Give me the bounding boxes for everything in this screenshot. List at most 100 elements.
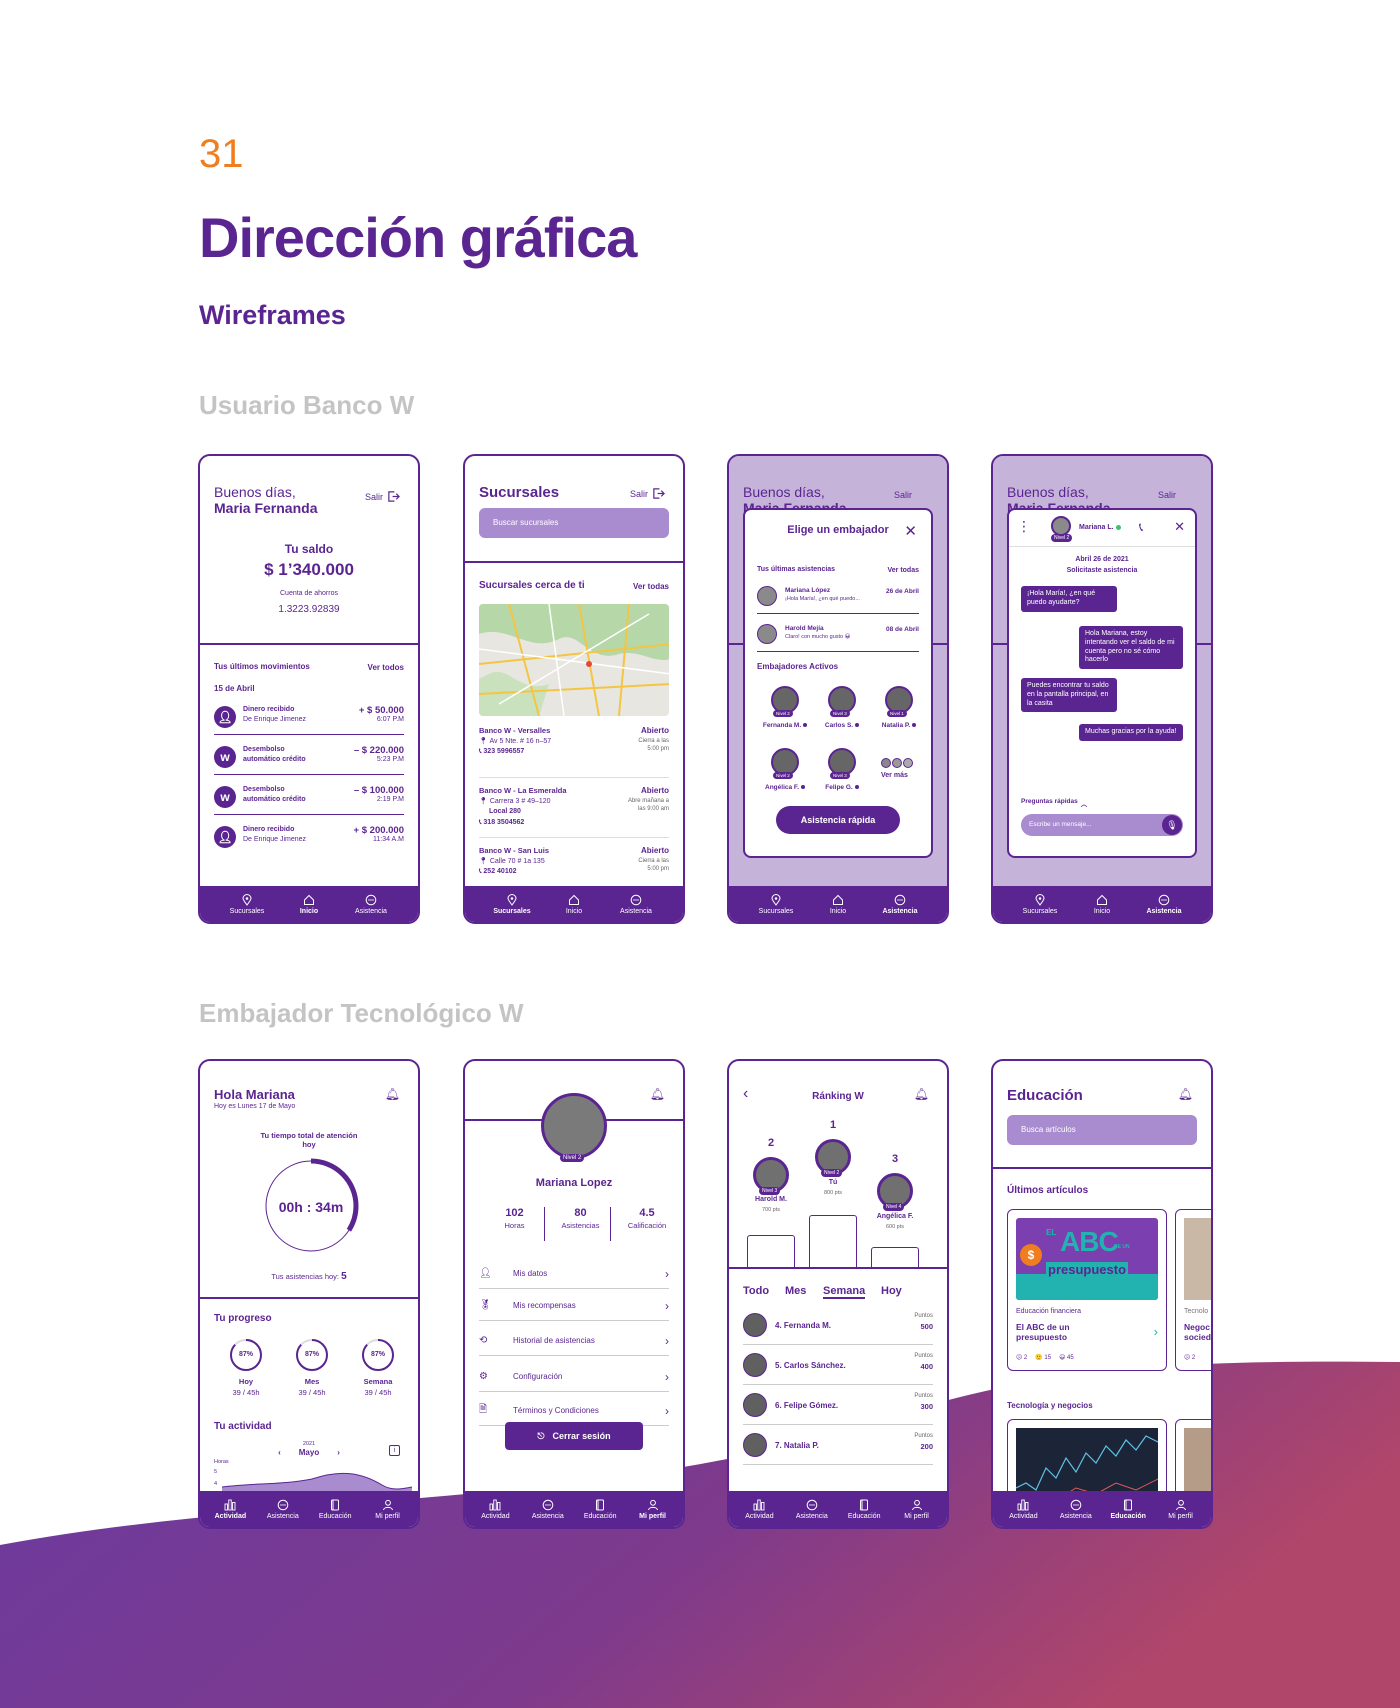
menu-item-historial-de-asistencias[interactable]: ⟲ Historial de asistencias › <box>479 1326 669 1356</box>
nav-item-asistencia[interactable]: Asistencia <box>614 894 658 915</box>
article-search-input[interactable]: Busca artículos <box>1007 1115 1197 1145</box>
nav-item-inicio[interactable]: Inicio <box>552 894 596 915</box>
tab-mes[interactable]: Mes <box>785 1285 806 1297</box>
message-input[interactable]: Escribe un mensaje... <box>1021 814 1183 836</box>
chevron-left-icon[interactable]: ‹ <box>278 1448 281 1457</box>
branch-item[interactable]: Banco W - Versalles Abierto 📍︎ Av 5 Nte. #… <box>479 726 669 778</box>
nav-item-inicio[interactable]: Inicio <box>816 894 860 915</box>
microphone-icon[interactable]: 🎙︎ <box>1162 815 1182 835</box>
nav-item-asistencia[interactable]: Asistencia <box>349 894 393 915</box>
stat-value: 4.5 <box>639 1207 655 1219</box>
ranking-row[interactable]: 7. Natalia P. Puntos 200 <box>743 1427 933 1465</box>
nav-item-educación[interactable]: Educación <box>578 1499 622 1520</box>
reaction-happy[interactable]: 😃 45 <box>1059 1354 1074 1361</box>
branches-map[interactable] <box>479 604 669 716</box>
chat-date: Abril 26 de 2021 <box>1075 556 1129 563</box>
menu-item-configuración[interactable]: ⚙︎ Configuración › <box>479 1362 669 1392</box>
ranking-row[interactable]: 5. Carlos Sánchez. Puntos 400 <box>743 1347 933 1385</box>
assist-history-item[interactable]: Mariana López ¡Hola María!, ¿en qué puedo… <box>757 582 919 614</box>
month-selector[interactable]: ‹ Mayo › <box>200 1448 418 1457</box>
nav-item-asistencia[interactable]: Asistencia <box>878 894 922 915</box>
nav-item-educación[interactable]: Educación <box>842 1499 886 1520</box>
contact-name-row: Mariana L. <box>1079 524 1121 531</box>
bell-icon[interactable]: 🔔︎ <box>1178 1087 1193 1101</box>
branch-name: Banco W - Versalles <box>479 726 551 735</box>
chevron-right-icon: › <box>665 1266 669 1281</box>
chevron-right-icon[interactable]: › <box>1154 1324 1158 1339</box>
profile-name: Mariana Lopez <box>535 1177 613 1189</box>
branch-name: Banco W - San Luis <box>479 846 550 855</box>
close-icon[interactable]: ✕ <box>904 522 917 540</box>
ambassador-item[interactable]: Nivel 3 Carlos S. <box>818 686 866 742</box>
menu-item-mis-datos[interactable]: 👤︎ Mis datos › <box>479 1259 669 1289</box>
chevron-right-icon[interactable]: › <box>337 1448 340 1457</box>
logout-button[interactable]: Salir <box>630 487 665 500</box>
article-card-2[interactable]: Tecnolo Negoc socied 😕 2 <box>1175 1209 1211 1371</box>
nav-item-actividad[interactable]: Actividad <box>473 1499 517 1520</box>
tab-todo[interactable]: Todo <box>743 1285 769 1297</box>
nav-item-asistencia[interactable]: Asistencia <box>526 1499 570 1520</box>
nav-item-inicio[interactable]: Inicio <box>1080 894 1124 915</box>
bell-icon[interactable]: 🔔︎ <box>385 1087 400 1101</box>
nav-item-actividad[interactable]: Actividad <box>737 1499 781 1520</box>
more-avatars[interactable] <box>881 758 913 768</box>
movement-amount: – $ 100.000 <box>353 785 404 796</box>
article-card[interactable]: $ EL ABC DE UN presupuesto Educación fin… <box>1007 1209 1167 1371</box>
nav-item-asistencia[interactable]: Asistencia <box>1054 1499 1098 1520</box>
nav-item-actividad[interactable]: Actividad <box>208 1499 252 1520</box>
tab-hoy[interactable]: Hoy <box>881 1285 902 1297</box>
nav-item-sucursales[interactable]: Sucursales <box>754 893 798 915</box>
see-all-link[interactable]: Ver todas <box>887 567 919 574</box>
branch-search-input[interactable]: Buscar sucursales <box>479 508 669 538</box>
nav-item-sucursales[interactable]: Sucursales <box>225 893 269 915</box>
nav-item-asistencia[interactable]: Asistencia <box>1142 894 1186 915</box>
nav-item-sucursales[interactable]: Sucursales <box>490 893 534 915</box>
nav-item-asistencia[interactable]: Asistencia <box>790 1499 834 1520</box>
nav-item-mi-perfil[interactable]: Mi perfil <box>366 1499 410 1520</box>
ranking-row[interactable]: 4. Fernanda M. Puntos 500 <box>743 1307 933 1345</box>
logout-button[interactable]: Salir <box>365 490 400 503</box>
logout-button[interactable]: ⎋ Cerrar sesión <box>505 1422 643 1450</box>
branch-item[interactable]: Banco W - La Esmeralda Abierto 📍︎ Carrera … <box>479 786 669 838</box>
reaction-smile[interactable]: 🙂 15 <box>1035 1354 1051 1361</box>
ambassador-item[interactable]: Nivel 2 Fernanda M. <box>761 686 809 742</box>
bell-icon[interactable]: 🔔︎ <box>914 1087 929 1101</box>
quick-questions-toggle[interactable]: Preguntas rápidas ︿ <box>1021 798 1087 808</box>
nav-item-educación[interactable]: Educación <box>313 1499 357 1520</box>
nav-item-educación[interactable]: Educación <box>1106 1499 1150 1520</box>
online-dot <box>1115 525 1121 530</box>
nav-item-actividad[interactable]: Actividad <box>1001 1499 1045 1520</box>
nav-item-inicio[interactable]: Inicio <box>287 894 331 915</box>
nav-label: Mi perfil <box>1168 1512 1193 1520</box>
nav-item-asistencia[interactable]: Asistencia <box>261 1499 305 1520</box>
pin-icon: 📍︎ <box>479 738 488 745</box>
nav-item-mi-perfil[interactable]: Mi perfil <box>895 1499 939 1520</box>
assist-row: Tus asistencias hoy: 5 <box>200 1271 418 1282</box>
reaction-confused[interactable]: 😕 2 <box>1016 1354 1027 1361</box>
see-all-link[interactable]: Ver todas <box>633 582 669 591</box>
points-label: Puntos <box>914 1353 933 1359</box>
nav-item-sucursales[interactable]: Sucursales <box>1018 893 1062 915</box>
ambassador-item[interactable]: Nivel 3 Felipe G. <box>818 748 866 804</box>
see-more-link[interactable]: Ver más <box>881 772 908 779</box>
close-icon[interactable]: ✕ <box>1174 519 1185 535</box>
ambassador-item[interactable]: Nivel 2 Angélica F. <box>761 748 809 804</box>
phone-icon[interactable]: 📞︎ <box>1139 520 1143 535</box>
quick-assist-button[interactable]: Asistencia rápida <box>776 806 900 834</box>
nav-item-mi-perfil[interactable]: Mi perfil <box>1159 1499 1203 1520</box>
more-icon[interactable]: ⋮ <box>1017 518 1031 535</box>
level-badge: Nivel 3 <box>759 1187 781 1195</box>
nav-item-mi-perfil[interactable]: Mi perfil <box>631 1499 675 1520</box>
tab-semana[interactable]: Semana <box>823 1285 866 1299</box>
see-all-link[interactable]: Ver todos <box>368 663 404 672</box>
bell-icon[interactable]: 🔔︎ <box>650 1087 665 1101</box>
menu-item-mis-recompensas[interactable]: 🏅︎ Mis recompensas › <box>479 1291 669 1321</box>
nav-label: Educación <box>847 1512 881 1520</box>
assist-history-item[interactable]: Harold Mejía Claro! con mucho gusto 😀 08 d… <box>757 620 919 652</box>
ranking-row[interactable]: 6. Felipe Gómez. Puntos 300 <box>743 1387 933 1425</box>
name-text: Carlos S. <box>824 722 854 729</box>
reaction-confused[interactable]: 😕 2 <box>1184 1354 1195 1361</box>
ambassador-item[interactable]: Nivel 1 Natalia P. <box>875 686 923 742</box>
page-title: Dirección gráfica <box>199 206 637 269</box>
info-icon[interactable]: i <box>389 1445 400 1456</box>
